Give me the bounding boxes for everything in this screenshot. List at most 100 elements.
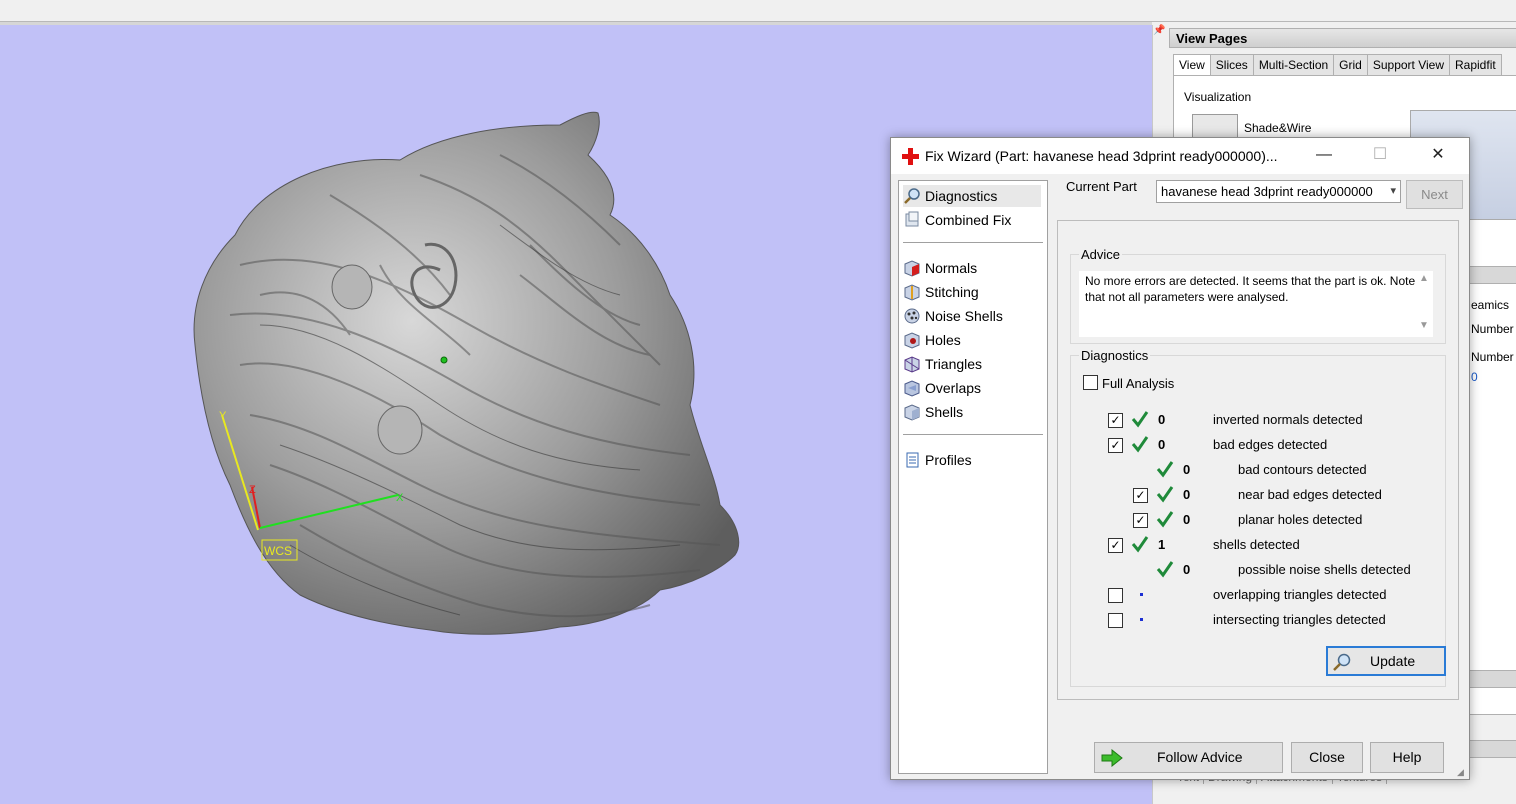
combined-fix-icon [903,211,921,229]
close-button[interactable]: Close [1291,742,1363,773]
bad-edges-label: bad edges detected [1213,437,1328,452]
nav-label: Holes [925,332,961,348]
diagnostics-group: Diagnostics Full Analysis ✓ 0 inverted n… [1070,348,1446,687]
nav-holes[interactable]: Holes [903,329,1041,351]
shells-checkbox[interactable]: ✓ [1108,538,1123,553]
chevron-down-icon: ▾ [1390,185,1396,197]
planar-holes-label: planar holes detected [1238,512,1363,527]
check-icon [1156,486,1174,503]
shells-icon [903,403,921,421]
maximize-button[interactable]: ☐ [1357,138,1403,174]
nav-overlaps[interactable]: Overlaps [903,377,1041,399]
tab-rapidfit[interactable]: Rapidfit [1450,54,1502,76]
nav-label: Triangles [925,356,983,372]
close-window-button[interactable]: ✕ [1415,138,1461,174]
view-pages-tabs: View Slices Multi-Section Grid Support V… [1173,54,1502,76]
nav-stitching[interactable]: Stitching [903,281,1041,303]
help-button[interactable]: Help [1370,742,1444,773]
near-bad-edges-checkbox[interactable]: ✓ [1133,488,1148,503]
fix-nav-list: Diagnostics Combined Fix Normals Stitchi… [898,180,1048,774]
holes-icon [903,331,921,349]
nav-normals[interactable]: Normals [903,257,1041,279]
visualization-label: Visualization [1184,90,1252,104]
scroll-up-icon[interactable]: ▲ [1419,273,1429,284]
scroll-down-icon[interactable]: ▼ [1419,320,1429,331]
fragment-zero: 0 [1471,370,1478,384]
update-button[interactable]: Update [1326,646,1446,676]
axis-y-label: Y [219,410,227,422]
nav-separator [903,434,1043,435]
nav-noise-shells[interactable]: Noise Shells [903,305,1041,327]
nav-label: Shells [925,404,964,420]
full-analysis-label: Full Analysis [1102,376,1175,391]
stitching-icon [903,283,921,301]
overlapping-triangles-checkbox[interactable] [1108,588,1123,603]
current-part-value: havanese head 3dprint ready000000 [1161,184,1373,199]
nav-profiles[interactable]: Profiles [903,449,1041,471]
fix-wizard-dialog: Fix Wizard (Part: havanese head 3dprint … [890,137,1470,780]
advice-text: No more errors are detected. It seems th… [1079,271,1433,337]
resize-grip-icon[interactable]: ◢ [1457,767,1467,777]
inverted-normals-count: 0 [1158,412,1166,427]
pending-dot-icon [1140,593,1143,596]
nav-label: Combined Fix [925,212,1012,228]
shells-label: shells detected [1213,537,1300,552]
fragment-eamics: eamics [1471,298,1510,312]
bad-contours-count: 0 [1183,462,1191,477]
pin-icon[interactable]: 📌 [1153,25,1167,65]
profiles-icon [903,451,921,469]
overlapping-triangles-label: overlapping triangles detected [1213,587,1387,602]
tab-view[interactable]: View [1173,54,1211,76]
magnifier-icon [903,187,921,205]
diagnostics-page: Advice No more errors are detected. It s… [1057,220,1459,700]
check-icon [1131,411,1149,428]
nav-label: Stitching [925,284,979,300]
planar-holes-checkbox[interactable]: ✓ [1133,513,1148,528]
bad-edges-checkbox[interactable]: ✓ [1108,438,1123,453]
nav-label: Profiles [925,452,972,468]
dialog-titlebar[interactable]: Fix Wizard (Part: havanese head 3dprint … [891,138,1469,174]
pending-dot-icon [1140,618,1143,621]
next-button[interactable]: Next [1406,180,1463,209]
planar-holes-count: 0 [1183,512,1191,527]
current-part-select[interactable]: havanese head 3dprint ready000000 ▾ [1156,180,1401,203]
check-icon [1131,436,1149,453]
magnifier-icon [1332,652,1352,675]
intersecting-triangles-checkbox[interactable] [1108,613,1123,628]
fragment-number-1: Number [1471,322,1514,336]
arrow-right-icon [1101,749,1123,767]
wcs-label: WCS [264,544,292,558]
check-icon [1156,511,1174,528]
axis-x-label: X [396,492,404,504]
eye-bump-right [377,405,423,455]
advice-title: Advice [1079,247,1123,262]
nav-diagnostics[interactable]: Diagnostics [903,185,1041,207]
intersecting-triangles-label: intersecting triangles detected [1213,612,1386,627]
noise-shells-icon [903,307,921,325]
nav-label: Diagnostics [925,188,998,204]
update-label: Update [1370,653,1416,669]
nav-shells[interactable]: Shells [903,401,1041,423]
check-icon [1156,461,1174,478]
tab-slices[interactable]: Slices [1210,54,1254,76]
follow-advice-button[interactable]: Follow Advice [1094,742,1283,773]
shells-count: 1 [1158,537,1166,552]
tab-grid[interactable]: Grid [1334,54,1368,76]
noise-shells-count: 0 [1183,562,1191,577]
nav-triangles[interactable]: Triangles [903,353,1041,375]
nav-combined-fix[interactable]: Combined Fix [903,209,1041,231]
minimize-button[interactable]: — [1301,138,1347,174]
noise-shells-label: possible noise shells detected [1238,562,1411,577]
axis-z-label: Z [249,484,256,496]
check-icon [1156,561,1174,578]
follow-advice-label: Follow Advice [1157,749,1243,765]
bad-edges-count: 0 [1158,437,1166,452]
tab-support-view[interactable]: Support View [1367,54,1450,76]
advice-scrollbar[interactable]: ▲ ▼ [1415,273,1433,331]
normals-icon [903,259,921,277]
full-analysis-checkbox[interactable] [1083,375,1098,390]
tab-multi-section[interactable]: Multi-Section [1253,54,1335,76]
inverted-normals-label: inverted normals detected [1213,412,1363,427]
inverted-normals-checkbox[interactable]: ✓ [1108,413,1123,428]
near-bad-edges-count: 0 [1183,487,1191,502]
